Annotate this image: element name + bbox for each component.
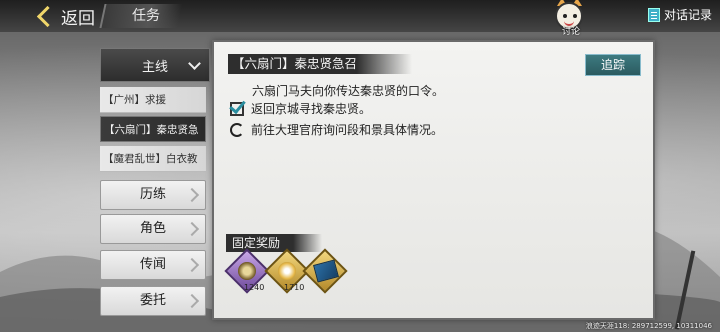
- category-label: 传闻: [139, 257, 166, 272]
- quest-list-item-active[interactable]: 【六扇门】秦忠贤急: [100, 116, 206, 142]
- chevron-right-icon: [184, 293, 200, 309]
- gold-coin-icon: [278, 262, 296, 280]
- reward-quantity: 1710: [284, 283, 305, 292]
- rewards-heading: 固定奖励: [226, 234, 322, 252]
- quest-title: 【六扇门】秦忠贤急召: [228, 54, 412, 74]
- tab-task-label: 任务: [132, 8, 160, 24]
- main-category-label: 主线: [141, 59, 168, 75]
- quest-list-item[interactable]: 【魔君乱世】白衣教: [100, 146, 206, 172]
- chevron-down-icon: [188, 57, 201, 70]
- coin-icon: [238, 262, 256, 280]
- quest-step-text: 返回京城寻找秦忠贤。: [251, 102, 372, 116]
- book-log-icon: [648, 7, 660, 22]
- quest-step-done: 返回京城寻找秦忠贤。: [230, 100, 371, 117]
- back-label: 返回: [61, 8, 95, 29]
- back-arrow-icon: [36, 5, 59, 27]
- category-experience-button[interactable]: 历练: [100, 180, 206, 210]
- checkmark-icon: [230, 101, 244, 116]
- reward-quantity: 1240: [244, 283, 265, 292]
- quest-step-in-progress: 前往大理官府询问段和景具体情况。: [230, 121, 443, 138]
- quest-description: 六扇门马夫向你传达秦忠贤的口令。: [252, 84, 445, 98]
- category-label: 角色: [139, 221, 166, 236]
- category-character-button[interactable]: 角色: [100, 214, 206, 244]
- tab-task[interactable]: 任务: [99, 4, 183, 28]
- dialog-log-button[interactable]: 对话记录: [648, 6, 712, 23]
- server-id-text: 浪迹天涯118: 289712599, 10311046: [585, 322, 712, 330]
- dialog-log-label: 对话记录: [664, 8, 713, 22]
- main-category-dropdown[interactable]: 主线: [100, 48, 210, 82]
- category-rumor-button[interactable]: 传闻: [100, 250, 206, 280]
- back-button[interactable]: 返回: [36, 4, 95, 29]
- chevron-right-icon: [184, 187, 200, 203]
- chevron-right-icon: [184, 257, 200, 273]
- discuss-button[interactable]: 讨论: [555, 0, 587, 37]
- category-label: 历练: [139, 187, 166, 202]
- discuss-label: 讨论: [561, 27, 580, 37]
- category-label: 委托: [139, 293, 166, 308]
- chevron-right-icon: [184, 221, 200, 237]
- progress-ring-icon: [230, 122, 244, 137]
- track-button[interactable]: 追踪: [585, 54, 641, 76]
- quest-list-item[interactable]: 【广州】求援: [100, 87, 206, 113]
- category-commission-button[interactable]: 委托: [100, 286, 206, 316]
- quest-step-text: 前往大理官府询问段和景具体情况。: [251, 123, 444, 137]
